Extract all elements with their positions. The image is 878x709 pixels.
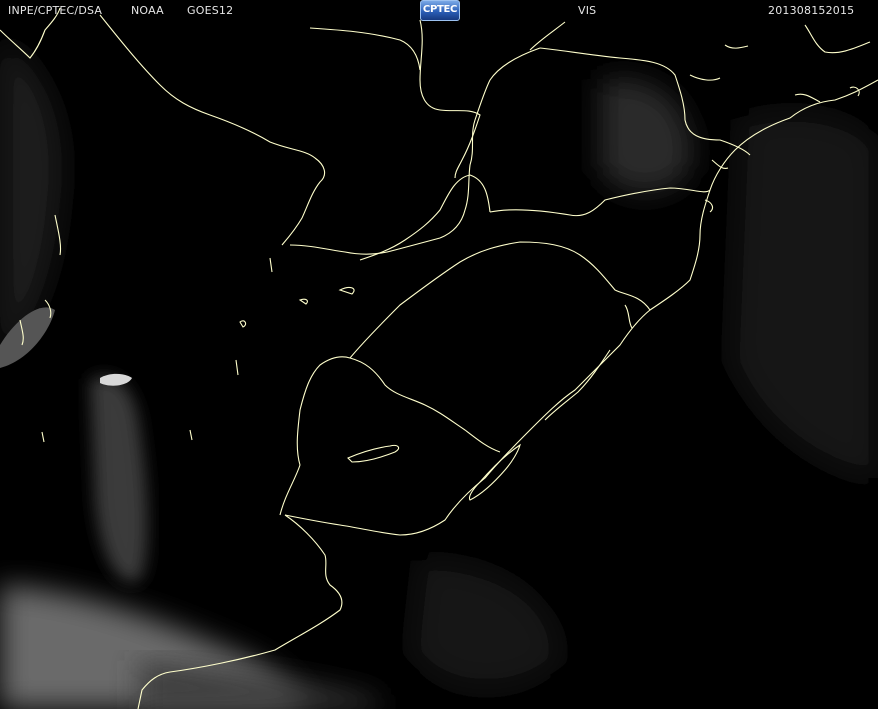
- cptec-logo: CPTEC: [420, 0, 460, 21]
- cptec-logo-text: CPTEC: [422, 4, 458, 15]
- header-timestamp: 201308152015: [768, 4, 855, 17]
- header-satellite-label: GOES12: [187, 4, 234, 17]
- header-channel-label: VIS: [578, 4, 597, 17]
- satellite-image: [0, 0, 878, 709]
- header-noaa-label: NOAA: [131, 4, 164, 17]
- header-agency-label: INPE/CPTEC/DSA: [8, 4, 103, 17]
